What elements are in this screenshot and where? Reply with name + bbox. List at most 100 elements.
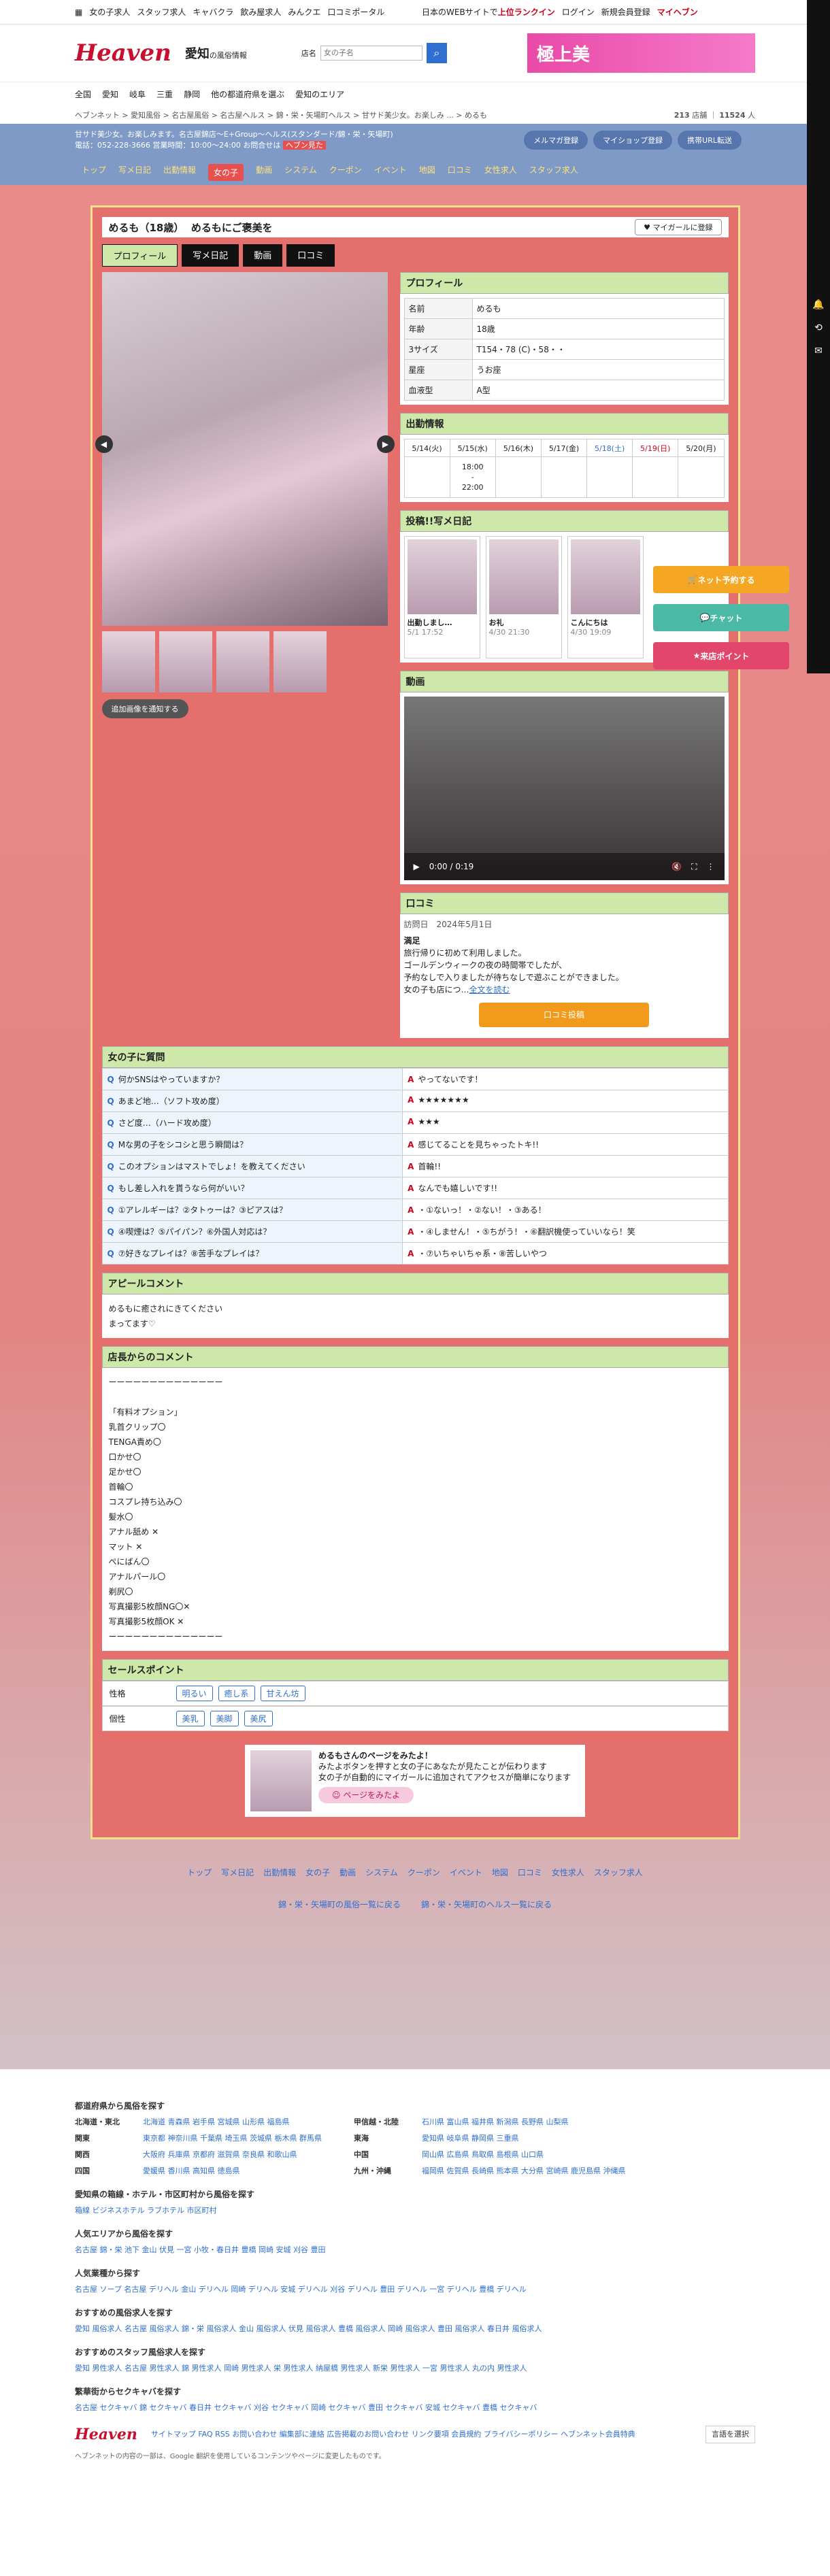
footer-logo[interactable]: Heaven <box>75 2427 137 2442</box>
thumbnail[interactable] <box>216 631 269 692</box>
bottom-nav-item[interactable]: 女性求人 <box>552 1867 584 1878</box>
main-photo[interactable]: ◀ ▶ <box>95 272 395 626</box>
search-input[interactable] <box>320 46 422 61</box>
back-link[interactable]: 錦・栄・矢場町のヘルス一覧に戻る <box>421 1898 552 1910</box>
language-select[interactable]: 言語を選択 <box>706 2426 755 2443</box>
breadcrumb-text[interactable]: ヘブンネット > 愛知風俗 > 名古屋風俗 > 名古屋ヘルス > 錦・栄・矢場町… <box>75 110 487 120</box>
visit-point-button[interactable]: ★ 来店ポイント <box>653 642 789 669</box>
shop-nav-item[interactable]: 動画 <box>256 164 272 181</box>
tag[interactable]: 美乳 <box>176 1711 205 1726</box>
next-arrow-icon[interactable]: ▶ <box>376 435 395 453</box>
tab-video[interactable]: 動画 <box>243 244 283 267</box>
login-link[interactable]: ログイン <box>562 6 595 18</box>
ad-banner[interactable]: 極上美 <box>527 33 755 73</box>
bottom-nav-item[interactable]: システム <box>365 1867 398 1878</box>
my-shop-button[interactable]: マイショップ登録 <box>593 131 673 150</box>
shop-nav-item[interactable]: トップ <box>82 164 106 181</box>
mail-icon[interactable]: ✉ <box>807 346 830 356</box>
area-link[interactable]: 全国 <box>75 88 91 100</box>
mute-icon[interactable]: 🔇 <box>671 862 682 871</box>
area-link[interactable]: 三重 <box>156 88 173 100</box>
mail-magazine-button[interactable]: メルマガ登録 <box>524 131 588 150</box>
bottom-nav-item[interactable]: 動画 <box>339 1867 356 1878</box>
post-review-button[interactable]: 口コミ投稿 <box>479 1003 649 1027</box>
my-heaven-link[interactable]: マイヘブン <box>657 6 698 18</box>
bottom-nav-item[interactable]: 出勤情報 <box>263 1867 296 1878</box>
footer-links[interactable]: 名古屋 錦・栄 池下 金山 伏見 一宮 小牧・春日井 豊橋 岡崎 安城 刈谷 豊… <box>75 2243 755 2257</box>
tag[interactable]: 美脚 <box>210 1711 239 1726</box>
video-player[interactable]: ▶ 0:00 / 0:19 🔇 ⛶ ⋮ <box>403 697 725 880</box>
top-link[interactable]: キャバクラ <box>193 6 233 18</box>
mitayo-button[interactable]: ☺ ページをみたよ <box>318 1787 414 1803</box>
read-more-link[interactable]: 全文を読む <box>469 985 510 994</box>
bottom-nav-item[interactable]: スタッフ求人 <box>594 1867 643 1878</box>
bottom-nav-item[interactable]: トップ <box>187 1867 212 1878</box>
more-icon[interactable]: ⋮ <box>707 862 715 871</box>
prev-arrow-icon[interactable]: ◀ <box>95 435 113 453</box>
shop-nav-item[interactable]: スタッフ求人 <box>529 164 578 181</box>
tag[interactable]: 癒し系 <box>218 1686 255 1701</box>
shop-nav-item[interactable]: 出勤情報 <box>163 164 196 181</box>
top-link[interactable]: スタッフ求人 <box>137 6 186 18</box>
area-link[interactable]: 他の都道府県を選ぶ <box>211 88 284 100</box>
back-link[interactable]: 錦・栄・矢場町の風俗一覧に戻る <box>278 1898 401 1910</box>
shop-nav-item[interactable]: 写メ日記 <box>118 164 151 181</box>
top-link[interactable]: 女の子求人 <box>89 6 130 18</box>
shop-nav-item[interactable]: イベント <box>374 164 407 181</box>
shop-nav-item[interactable]: クーポン <box>329 164 362 181</box>
shop-nav-item[interactable]: 口コミ <box>448 164 472 181</box>
diary-card[interactable]: お礼 4/30 21:30 <box>485 536 562 658</box>
footer-links[interactable]: 箱線 ビジネスホテル ラブホテル 市区町村 <box>75 2204 755 2218</box>
tab-diary[interactable]: 写メ日記 <box>182 244 239 267</box>
notify-button[interactable]: 追加画像を通知する <box>101 699 188 718</box>
girl-title: めるも（18歳） めるもにご褒美を ♥ マイガールに登録 <box>101 217 729 237</box>
search-icon[interactable]: ⌕ <box>426 43 447 63</box>
bottom-nav-item[interactable]: イベント <box>450 1867 482 1878</box>
footer-links[interactable]: 名古屋 セクキャバ 錦 セクキャバ 春日井 セクキャバ 刈谷 セクキャバ 岡崎 … <box>75 2401 755 2415</box>
history-icon[interactable]: ⟲ <box>807 322 830 333</box>
tag[interactable]: 美尻 <box>244 1711 273 1726</box>
grid-icon[interactable]: ▦ <box>75 7 82 17</box>
top-link[interactable]: みんクエ <box>288 6 320 18</box>
area-link[interactable]: 愛知 <box>102 88 118 100</box>
play-icon[interactable]: ▶ <box>414 862 420 871</box>
footer-links[interactable]: 愛知 風俗求人 名古屋 風俗求人 錦・栄 風俗求人 金山 風俗求人 伏見 風俗求… <box>75 2322 755 2336</box>
footer-heading: 人気業種から探す <box>75 2269 141 2278</box>
bottom-nav-item[interactable]: 女の子 <box>305 1867 330 1878</box>
bottom-nav-item[interactable]: 地図 <box>492 1867 508 1878</box>
bottom-nav-item[interactable]: 写メ日記 <box>221 1867 254 1878</box>
diary-card[interactable]: 出勤しまし… 5/1 17:52 <box>403 536 480 658</box>
bell-icon[interactable]: 🔔 <box>807 299 830 310</box>
thumbnail[interactable] <box>159 631 212 692</box>
footer-links[interactable]: 愛知 男性求人 名古屋 男性求人 錦 男性求人 岡崎 男性求人 栄 男性求人 納… <box>75 2362 755 2375</box>
top-link[interactable]: 口コミポータル <box>327 6 384 18</box>
footer-heading: 都道府県から風俗を探す <box>75 2101 165 2111</box>
mobile-url-button[interactable]: 携帯URL転送 <box>678 131 742 150</box>
shop-nav-item[interactable]: 地図 <box>419 164 435 181</box>
thumbnail[interactable] <box>101 631 155 692</box>
qa-table: Q 何かSNSはやっていますか？ A やってないです！ Q あまど地…（ソフト攻め度） A… <box>101 1068 729 1265</box>
footer-links[interactable]: 名古屋 ソープ 名古屋 デリヘル 金山 デリヘル 岡崎 デリヘル 安城 デリヘル… <box>75 2283 755 2296</box>
thumbnail[interactable] <box>273 631 327 692</box>
register-link[interactable]: 新規会員登録 <box>601 6 650 18</box>
area-link[interactable]: 静岡 <box>184 88 200 100</box>
my-girl-button[interactable]: ♥ マイガールに登録 <box>635 219 722 235</box>
chat-button[interactable]: 💬 チャット <box>653 604 789 631</box>
tag[interactable]: 甘えん坊 <box>260 1686 305 1701</box>
tab-profile[interactable]: プロフィール <box>101 244 178 267</box>
site-logo[interactable]: Heaven <box>75 39 171 67</box>
shop-nav-item[interactable]: 女性求人 <box>484 164 517 181</box>
diary-card[interactable]: こんにちは 4/30 19:09 <box>567 536 644 658</box>
footer-links[interactable]: サイトマップ FAQ RSS お問い合わせ 編集部に連絡 広告掲載のお問い合わせ… <box>151 2428 635 2441</box>
tag[interactable]: 明るい <box>176 1686 213 1701</box>
fullscreen-icon[interactable]: ⛶ <box>691 862 697 872</box>
bottom-nav-item[interactable]: 口コミ <box>518 1867 542 1878</box>
area-link[interactable]: 岐阜 <box>129 88 146 100</box>
area-link[interactable]: 愛知のエリア <box>295 88 344 100</box>
top-link[interactable]: 飲み屋求人 <box>240 6 281 18</box>
bottom-nav-item[interactable]: クーポン <box>408 1867 440 1878</box>
net-reserve-button[interactable]: 🛒 ネット予約する <box>653 566 789 593</box>
shop-nav-item[interactable]: システム <box>284 164 317 181</box>
shop-nav-item-active[interactable]: 女の子 <box>208 164 244 181</box>
tab-review[interactable]: 口コミ <box>286 244 335 267</box>
